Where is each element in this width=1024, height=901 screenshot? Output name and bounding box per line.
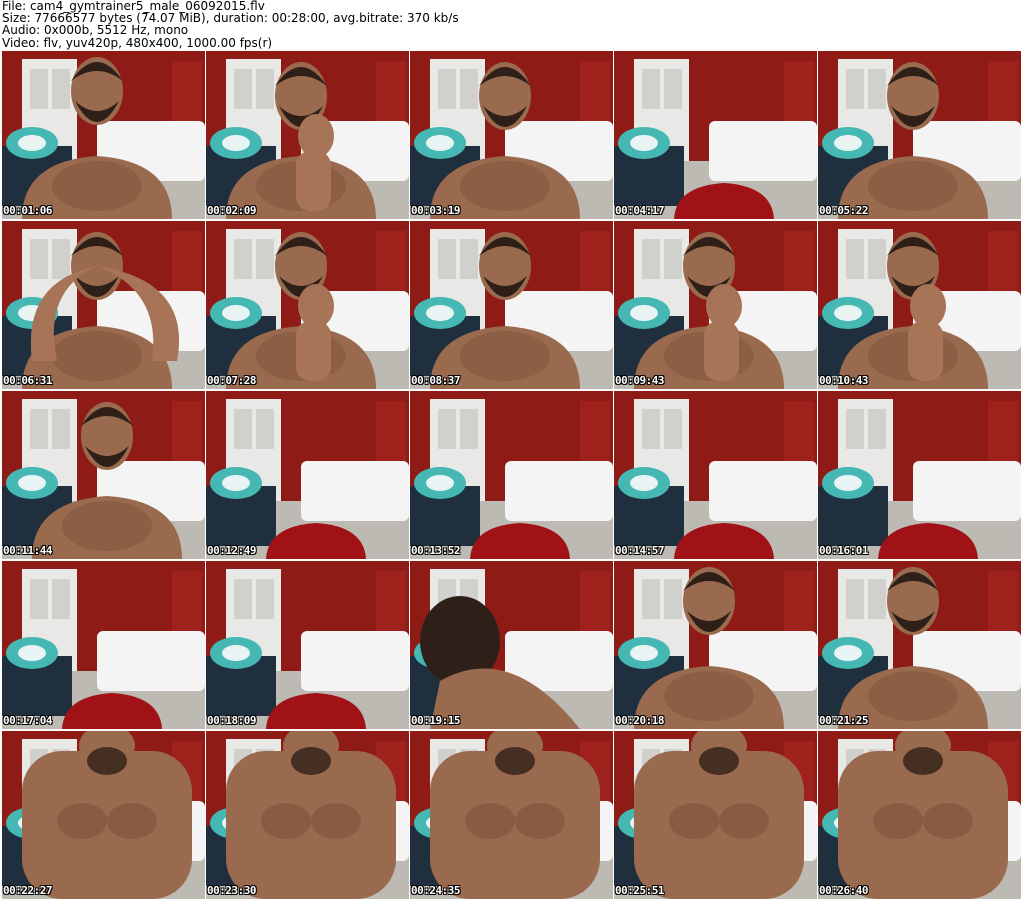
frame-timestamp: 00:11:44 <box>3 544 52 557</box>
frame-image <box>614 731 817 899</box>
thumbnail-frame: 00:23:30 <box>206 731 409 899</box>
frame-timestamp: 00:14:57 <box>615 544 664 557</box>
frame-image <box>818 561 1021 729</box>
frame-timestamp: 00:08:37 <box>411 374 460 387</box>
frame-timestamp: 00:05:22 <box>819 204 868 217</box>
thumbnail-frame: 00:10:43 <box>818 221 1021 389</box>
thumbnail-frame: 00:04:17 <box>614 51 817 219</box>
thumbnail-frame: 00:26:40 <box>818 731 1021 899</box>
frame-image <box>2 391 205 559</box>
frame-image <box>818 51 1021 219</box>
thumbnail-frame: 00:14:57 <box>614 391 817 559</box>
video-info-line: Video: flv, yuv420p, 480x400, 1000.00 fp… <box>2 35 273 50</box>
thumbnail-frame: 00:11:44 <box>2 391 205 559</box>
frame-image <box>206 731 409 899</box>
frame-image <box>2 51 205 219</box>
thumbnail-frame: 00:01:06 <box>2 51 205 219</box>
frame-image <box>818 391 1021 559</box>
frame-image <box>206 391 409 559</box>
thumbnail-frame: 00:22:27 <box>2 731 205 899</box>
frame-image <box>614 561 817 729</box>
thumbnail-frame: 00:16:01 <box>818 391 1021 559</box>
thumbnail-frame: 00:24:35 <box>410 731 613 899</box>
frame-timestamp: 00:10:43 <box>819 374 868 387</box>
frame-timestamp: 00:18:09 <box>207 714 256 727</box>
thumbnail-frame: 00:21:25 <box>818 561 1021 729</box>
frame-timestamp: 00:24:35 <box>411 884 460 897</box>
thumbnail-grid: 00:01:06 00:02:09 00:03:19 00:04:17 00:05:22… <box>2 51 1022 899</box>
thumbnail-frame: 00:12:49 <box>206 391 409 559</box>
file-info-header: File: cam4_gymtrainer5_male_06092015.flv… <box>2 0 1020 50</box>
frame-timestamp: 00:04:17 <box>615 204 664 217</box>
thumbnail-frame: 00:19:15 <box>410 561 613 729</box>
thumbnail-frame: 00:03:19 <box>410 51 613 219</box>
frame-timestamp: 00:25:51 <box>615 884 664 897</box>
frame-image <box>206 221 409 389</box>
frame-timestamp: 00:22:27 <box>3 884 52 897</box>
thumbnail-frame: 00:05:22 <box>818 51 1021 219</box>
frame-image <box>614 391 817 559</box>
thumbnail-frame: 00:08:37 <box>410 221 613 389</box>
frame-timestamp: 00:23:30 <box>207 884 256 897</box>
thumbnail-frame: 00:17:04 <box>2 561 205 729</box>
frame-image <box>410 221 613 389</box>
thumbnail-frame: 00:18:09 <box>206 561 409 729</box>
frame-image <box>818 731 1021 899</box>
frame-timestamp: 00:17:04 <box>3 714 52 727</box>
frame-image <box>818 221 1021 389</box>
thumbnail-frame: 00:06:31 <box>2 221 205 389</box>
frame-timestamp: 00:12:49 <box>207 544 256 557</box>
thumbnail-frame: 00:09:43 <box>614 221 817 389</box>
frame-timestamp: 00:21:25 <box>819 714 868 727</box>
frame-image <box>206 51 409 219</box>
frame-timestamp: 00:26:40 <box>819 884 868 897</box>
frame-image <box>206 561 409 729</box>
thumbnail-frame: 00:13:52 <box>410 391 613 559</box>
frame-timestamp: 00:03:19 <box>411 204 460 217</box>
frame-timestamp: 00:19:15 <box>411 714 460 727</box>
audio-info-line: Audio: 0x000b, 5512 Hz, mono <box>2 23 189 38</box>
frame-image <box>410 391 613 559</box>
frame-timestamp: 00:09:43 <box>615 374 664 387</box>
frame-image <box>614 221 817 389</box>
frame-timestamp: 00:01:06 <box>3 204 52 217</box>
thumbnail-frame: 00:07:28 <box>206 221 409 389</box>
frame-image <box>410 731 613 899</box>
frame-image <box>614 51 817 219</box>
thumbnail-frame: 00:25:51 <box>614 731 817 899</box>
frame-image <box>410 561 613 729</box>
frame-timestamp: 00:02:09 <box>207 204 256 217</box>
frame-timestamp: 00:07:28 <box>207 374 256 387</box>
frame-timestamp: 00:06:31 <box>3 374 52 387</box>
frame-image <box>2 221 205 389</box>
frame-image <box>2 561 205 729</box>
frame-image <box>2 731 205 899</box>
frame-timestamp: 00:13:52 <box>411 544 460 557</box>
frame-timestamp: 00:20:18 <box>615 714 664 727</box>
frame-timestamp: 00:16:01 <box>819 544 868 557</box>
thumbnail-frame: 00:20:18 <box>614 561 817 729</box>
frame-image <box>410 51 613 219</box>
thumbnail-frame: 00:02:09 <box>206 51 409 219</box>
